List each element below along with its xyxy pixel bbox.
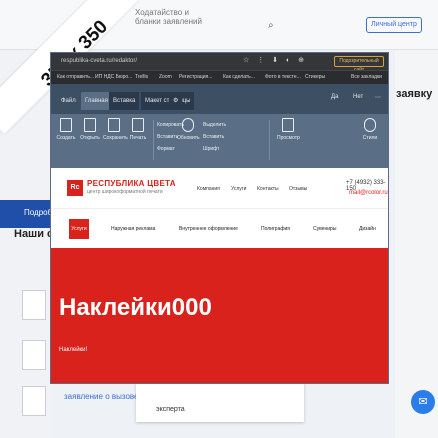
save-label: Сохранить	[103, 135, 128, 141]
bookmark-item[interactable]: Как отправить...	[57, 74, 94, 80]
logo-title[interactable]: РЕСПУБЛИКА ЦВЕТА	[87, 179, 176, 188]
ribbon-divider	[269, 120, 270, 160]
hero-title[interactable]: Наклейки000	[59, 294, 212, 322]
document-thumbnail	[22, 340, 46, 370]
site-header: Rc РЕСПУБЛИКА ЦВЕТА центр широкоформатно…	[51, 168, 388, 208]
site-menu: Услуги Наружная реклама Внутреннее оформ…	[51, 208, 388, 248]
background-more-button[interactable]: Подробнее	[0, 200, 66, 228]
paste-small-button[interactable]: Вставить	[157, 134, 178, 140]
address-bar: respublika-cveta.ru/redaktor/ ☆ ⋮ ⬇ ◐ ⊕ …	[51, 53, 388, 73]
url-field[interactable]: respublika-cveta.ru/redaktor/	[61, 56, 181, 67]
editor-tab-bar: Файл Главная Вставка Макет страницы ⚙ Да…	[51, 84, 388, 114]
bookmarks-bar: Как отправить... ИП НДС Бюро... Trellis …	[51, 70, 388, 84]
save-button[interactable]: Сохранить	[103, 118, 128, 141]
menu-item-outdoor[interactable]: Наружная реклама	[111, 226, 155, 232]
nav-company[interactable]: Компания	[197, 186, 220, 192]
tab-insert[interactable]: Вставка	[109, 92, 140, 110]
preview-button[interactable]: Просмотр	[277, 118, 300, 141]
more-icon[interactable]: ⋯	[375, 94, 381, 101]
background-bottom-card: эксперта	[136, 382, 304, 422]
browser-window: respublika-cveta.ru/redaktor/ ☆ ⋮ ⬇ ◐ ⊕ …	[50, 52, 389, 384]
preview-icon	[282, 118, 294, 132]
new-document-icon	[60, 118, 72, 132]
styles-label: Стили	[362, 135, 378, 141]
email-link[interactable]: mail@rcolor.ru	[349, 190, 388, 196]
open-button[interactable]: Открыть	[79, 118, 101, 141]
logo-subtitle: центр широкоформатной печати	[87, 189, 163, 195]
document-thumbnail	[22, 386, 46, 416]
document-thumbnail	[22, 290, 46, 320]
suspicious-site-warning[interactable]: Подозрительный сайт	[334, 56, 384, 73]
bookmark-item[interactable]: Стикеры	[305, 74, 325, 80]
preview-label: Просмотр	[277, 135, 300, 141]
chat-icon[interactable]: ✉	[411, 390, 435, 414]
bookmark-item[interactable]: Все закладки	[351, 74, 382, 80]
nav-reviews[interactable]: Отзывы	[289, 186, 307, 192]
menu-item-services[interactable]: Услуги	[69, 219, 89, 239]
print-label: Печать	[129, 135, 147, 141]
search-icon[interactable]: ⌕	[268, 20, 280, 32]
menu-item-interior[interactable]: Внутреннее оформление	[179, 226, 238, 232]
nav-services[interactable]: Услуги	[231, 186, 246, 192]
ribbon-divider	[153, 120, 154, 160]
refresh-label: Обновить	[177, 135, 200, 141]
styles-icon	[364, 118, 376, 132]
background-order-text: заявку	[396, 88, 433, 100]
insert-button[interactable]: Вставить	[203, 134, 224, 140]
folder-icon	[84, 118, 96, 132]
menu-item-souvenirs[interactable]: Сувениры	[313, 226, 336, 232]
editor-right-item[interactable]: Нет	[353, 94, 363, 100]
font-button[interactable]: Шрифт	[203, 146, 219, 152]
menu-item-printing[interactable]: Полиграфия	[261, 226, 290, 232]
menu-item-design[interactable]: Дизайн	[359, 226, 376, 232]
editor-ribbon: Создать Открыть Сохранить Печать Копиров…	[51, 114, 388, 168]
background-bottom-link[interactable]: заявление о вызове	[64, 392, 139, 401]
refresh-button[interactable]: Обновить	[177, 118, 200, 141]
gear-icon[interactable]: ⚙	[169, 92, 183, 110]
format-button[interactable]: Формат	[157, 146, 175, 152]
hero-subtitle[interactable]: Наклейки!	[59, 347, 87, 353]
refresh-icon	[182, 118, 194, 132]
tab-file[interactable]: Файл	[57, 92, 80, 110]
bookmark-item[interactable]: Как сделать...	[223, 74, 255, 80]
new-label: Создать	[56, 135, 76, 141]
bookmark-item[interactable]: Фото в тексте...	[265, 74, 301, 80]
select-button[interactable]: Выделить	[203, 122, 226, 128]
editor-right-item[interactable]: Да	[331, 94, 338, 100]
save-icon	[108, 118, 120, 132]
background-header-text: Ходатайство и бланки заявлений	[135, 8, 202, 26]
print-icon	[132, 118, 144, 132]
hero-banner: Наклейки000 Наклейки!	[51, 248, 388, 383]
background-right-column	[395, 50, 438, 438]
nav-contacts[interactable]: Контакты	[257, 186, 279, 192]
bookmark-item[interactable]: Trellis	[135, 74, 148, 80]
bookmark-item[interactable]: Zoom	[159, 74, 172, 80]
background-account-button[interactable]: Личный центр	[366, 17, 422, 33]
logo-mark[interactable]: Rc	[67, 180, 83, 196]
tab-page-layout[interactable]: Макет страницы	[141, 92, 195, 110]
styles-button[interactable]: Стили	[359, 118, 381, 141]
bookmark-item[interactable]: Регистрация...	[179, 74, 212, 80]
browser-toolbar-icons[interactable]: ☆ ⋮ ⬇ ◐ ⊕	[243, 56, 307, 64]
tab-home[interactable]: Главная	[81, 92, 112, 110]
background-card-text: эксперта	[156, 406, 185, 413]
print-button[interactable]: Печать	[127, 118, 149, 141]
open-label: Открыть	[80, 135, 100, 141]
new-button[interactable]: Создать	[55, 118, 77, 141]
bookmark-item[interactable]: ИП НДС Бюро...	[95, 74, 132, 80]
